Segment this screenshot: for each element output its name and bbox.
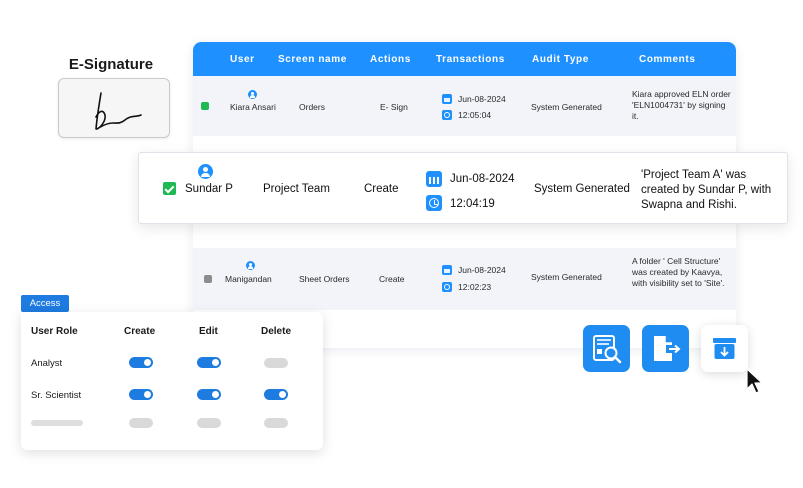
access-header-edit: Edit	[199, 326, 218, 337]
user-icon	[198, 164, 213, 179]
report-search-icon	[593, 335, 622, 364]
table-row[interactable]: Manigandan Sheet Orders Create Jun-08-20…	[193, 248, 736, 310]
edit-toggle[interactable]	[197, 389, 221, 400]
calendar-icon	[426, 171, 442, 187]
mouse-cursor-icon	[746, 368, 763, 394]
row-screen: Sheet Orders	[299, 274, 350, 284]
esignature-title: E-Signature	[68, 56, 154, 73]
row-user: Manigandan	[225, 274, 272, 284]
access-header-create: Create	[124, 326, 156, 337]
archive-download-icon	[713, 338, 736, 359]
header-user[interactable]: User	[230, 54, 255, 65]
row-checkbox[interactable]	[201, 102, 209, 110]
row-date: Jun-08-2024	[458, 265, 506, 275]
row-audit-type: System Generated	[534, 183, 630, 195]
user-icon	[248, 90, 257, 99]
table-row[interactable]: Kiara Ansari Orders E- Sign Jun-08-2024 …	[193, 76, 736, 136]
header-audit-type[interactable]: Audit Type	[532, 54, 589, 65]
row-action: Create	[379, 274, 405, 284]
row-action: Create	[364, 183, 399, 195]
row-action: E- Sign	[380, 102, 408, 112]
clock-icon	[442, 282, 452, 292]
table-header: User Screen name Actions Transactions Au…	[193, 42, 736, 76]
role-name-placeholder	[31, 420, 83, 426]
user-icon	[246, 261, 255, 270]
access-permissions-panel: User Role Create Edit Delete Analyst Sr.…	[21, 312, 323, 450]
row-time: 12:04:19	[450, 198, 495, 210]
delete-toggle[interactable]	[264, 418, 288, 428]
row-audit-type: System Generated	[531, 272, 602, 282]
row-screen: Orders	[299, 102, 325, 112]
clock-icon	[442, 110, 452, 120]
calendar-icon	[442, 265, 452, 275]
audit-report-search-button[interactable]	[583, 325, 630, 372]
clock-icon	[426, 195, 442, 211]
role-name: Sr. Scientist	[31, 390, 82, 401]
row-comment: Kiara approved ELN order 'ELN1004731' by…	[632, 89, 731, 121]
edit-toggle[interactable]	[197, 418, 221, 428]
edit-toggle[interactable]	[197, 357, 221, 368]
row-time: 12:05:04	[458, 110, 492, 120]
calendar-icon	[442, 94, 452, 104]
signature-pad[interactable]	[58, 78, 170, 138]
access-header-role: User Role	[31, 326, 78, 337]
archive-download-button[interactable]	[701, 325, 748, 372]
access-tab[interactable]: Access	[21, 295, 69, 312]
export-button[interactable]	[642, 325, 689, 372]
create-toggle[interactable]	[129, 389, 153, 400]
row-screen: Project Team	[263, 183, 330, 195]
row-comment: A folder ' Cell Structure' was created b…	[632, 256, 725, 288]
header-transactions[interactable]: Transactions	[436, 54, 505, 65]
signature-drawing	[95, 92, 142, 130]
row-date: Jun-08-2024	[458, 94, 506, 104]
delete-toggle[interactable]	[264, 358, 288, 368]
header-comments[interactable]: Comments	[639, 54, 695, 65]
row-checkbox-checked[interactable]	[163, 182, 176, 195]
row-user: Kiara Ansari	[230, 102, 276, 112]
row-checkbox[interactable]	[204, 275, 212, 283]
header-screen-name[interactable]: Screen name	[278, 54, 347, 65]
row-date: Jun-08-2024	[450, 173, 515, 185]
row-user: Sundar P	[185, 183, 233, 195]
create-toggle[interactable]	[129, 357, 153, 368]
create-toggle[interactable]	[129, 418, 153, 428]
role-name: Analyst	[31, 358, 63, 369]
export-file-icon	[654, 336, 681, 361]
delete-toggle[interactable]	[264, 389, 288, 400]
row-audit-type: System Generated	[531, 102, 602, 112]
highlighted-table-row[interactable]: Sundar P Project Team Create Jun-08-2024…	[138, 152, 788, 224]
header-actions[interactable]: Actions	[370, 54, 411, 65]
access-header-delete: Delete	[261, 326, 292, 337]
row-time: 12:02:23	[458, 282, 492, 292]
row-comment: 'Project Team A' was created by Sundar P…	[641, 169, 772, 211]
